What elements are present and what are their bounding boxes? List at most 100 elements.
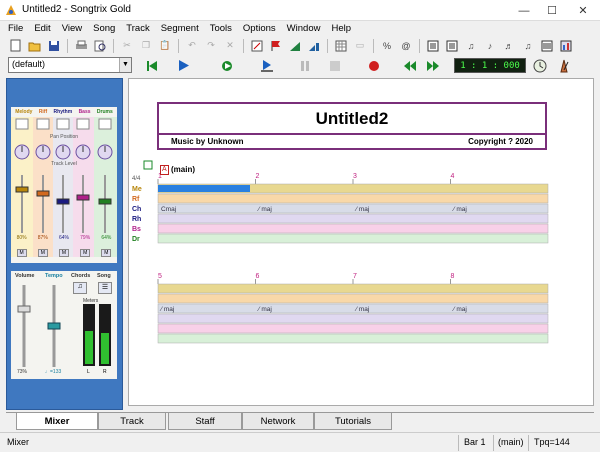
instrument-button[interactable] — [98, 118, 112, 130]
list-icon[interactable] — [444, 38, 460, 53]
cut-icon[interactable]: ✂ — [119, 38, 135, 53]
fast-forward-icon[interactable] — [425, 58, 441, 73]
save-icon[interactable] — [46, 38, 62, 53]
mute-button-rhythm[interactable]: M — [58, 249, 70, 257]
note3-icon[interactable]: ♬ — [501, 38, 517, 53]
track-name-bass: Bass — [78, 109, 91, 115]
instrument-button[interactable] — [36, 118, 50, 130]
new-icon[interactable] — [8, 38, 24, 53]
track-lane[interactable] — [157, 213, 549, 224]
menu-track[interactable]: Track — [126, 23, 149, 34]
track-lane[interactable] — [157, 293, 549, 304]
record-icon[interactable] — [366, 58, 382, 73]
chord-symbol: ⁄ maj — [159, 306, 174, 313]
track-label: Rf — [132, 196, 140, 203]
rewind-start-icon[interactable] — [144, 58, 160, 73]
track-lane[interactable] — [157, 303, 549, 314]
level-fader[interactable] — [76, 194, 90, 201]
track-lane[interactable] — [157, 233, 549, 244]
play-segment-icon[interactable] — [220, 58, 236, 73]
instrument-button[interactable] — [56, 118, 70, 130]
melody-clip[interactable] — [158, 185, 250, 192]
play-from-cursor-icon[interactable] — [259, 58, 275, 73]
note-icon[interactable]: ♫ — [463, 38, 479, 53]
track-lane[interactable] — [157, 313, 549, 324]
level-fader[interactable] — [15, 186, 29, 193]
delete-icon[interactable]: ✕ — [222, 38, 238, 53]
close-button[interactable]: ✕ — [566, 0, 600, 21]
main-toolbar: ✂ ❐ 📋 ↶ ↷ ✕ ▭ % @ ♫ ♪ ♬ ♫ — [0, 36, 600, 55]
note2-icon[interactable]: ♪ — [482, 38, 498, 53]
menu-tools[interactable]: Tools — [210, 23, 232, 34]
level-fader[interactable] — [56, 198, 70, 205]
tab-tutorials[interactable]: Tutorials — [314, 413, 392, 430]
tab-track[interactable]: Track — [98, 413, 166, 430]
maximize-button[interactable]: ☐ — [538, 0, 566, 21]
menu-segment[interactable]: Segment — [161, 23, 199, 34]
segment-label[interactable]: A — [160, 165, 169, 175]
song-icon[interactable] — [425, 38, 441, 53]
at-icon[interactable]: @ — [398, 38, 414, 53]
chart-icon[interactable] — [558, 38, 574, 53]
song-author[interactable]: Music by Unknown — [171, 137, 243, 146]
undo-icon[interactable]: ↶ — [184, 38, 200, 53]
mute-button-riff[interactable]: M — [37, 249, 48, 257]
open-icon[interactable] — [27, 38, 43, 53]
staff-icon[interactable] — [539, 38, 555, 53]
song-title-box[interactable]: Untitled2 Music by Unknown Copyright ? 2… — [157, 102, 547, 150]
chevron-down-icon[interactable]: ▼ — [119, 58, 131, 72]
window-icon[interactable]: ▭ — [352, 38, 368, 53]
menu-view[interactable]: View — [62, 23, 82, 34]
menu-options[interactable]: Options — [243, 23, 276, 34]
redo-icon[interactable]: ↷ — [203, 38, 219, 53]
level-fader[interactable] — [98, 198, 112, 205]
ramp-up-icon[interactable] — [287, 38, 303, 53]
track-lane[interactable] — [157, 223, 549, 234]
menu-file[interactable]: File — [8, 23, 23, 34]
track-lane[interactable] — [157, 333, 549, 344]
copy-icon[interactable]: ❐ — [138, 38, 154, 53]
instrument-button[interactable] — [15, 118, 29, 130]
mute-button-bass[interactable]: M — [80, 249, 91, 257]
stop-icon[interactable] — [327, 58, 343, 73]
segment-name[interactable]: (main) — [171, 165, 195, 174]
mute-button-melody[interactable]: M — [16, 249, 27, 257]
ramp-bar-icon[interactable] — [306, 38, 322, 53]
menu-song[interactable]: Song — [93, 23, 115, 34]
paste-icon[interactable]: 📋 — [157, 38, 173, 53]
track-lane[interactable] — [157, 193, 549, 204]
play-icon[interactable] — [176, 58, 192, 73]
tab-mixer[interactable]: Mixer — [16, 413, 98, 430]
song-title[interactable]: Untitled2 — [159, 109, 545, 129]
track-label: Me — [132, 186, 142, 193]
flag-icon[interactable] — [268, 38, 284, 53]
tab-staff[interactable]: Staff — [168, 413, 242, 430]
track-lane[interactable] — [157, 203, 549, 214]
style-select[interactable]: (default) ▼ — [8, 57, 132, 73]
song-copyright[interactable]: Copyright ? 2020 — [468, 137, 533, 146]
tab-network[interactable]: Network — [242, 413, 314, 430]
level-fader[interactable] — [36, 190, 50, 197]
track-arrangement[interactable]: 1 2 3 4MeRfCh Cmaj ⁄ maj ⁄ maj ⁄ majRhBsDr5 6 7 8⁄… — [129, 159, 595, 359]
mixer-panel: Melody Riff Rhythm Bass Drums Pan Positi… — [6, 78, 123, 410]
menu-edit[interactable]: Edit — [34, 23, 50, 34]
minimize-button[interactable]: — — [510, 0, 538, 21]
fast-rewind-icon[interactable] — [402, 58, 418, 73]
menu-help[interactable]: Help — [331, 23, 351, 34]
mute-button-drums[interactable]: M — [101, 249, 112, 257]
instrument-button[interactable] — [76, 118, 90, 130]
metronome-icon[interactable] — [556, 58, 572, 73]
note4-icon[interactable]: ♫ — [520, 38, 536, 53]
percent-icon[interactable]: % — [379, 38, 395, 53]
pause-icon[interactable] — [297, 58, 313, 73]
grid-icon[interactable] — [333, 38, 349, 53]
track-lane[interactable] — [157, 323, 549, 334]
print-preview-icon[interactable] — [92, 38, 108, 53]
song-document[interactable]: Untitled2 Music by Unknown Copyright ? 2… — [128, 78, 594, 406]
clock-icon[interactable] — [532, 58, 548, 73]
track-lane[interactable] — [157, 283, 549, 294]
volume-value: 73% — [17, 369, 28, 375]
print-icon[interactable] — [73, 38, 89, 53]
menu-window[interactable]: Window — [287, 23, 321, 34]
insert-segment-icon[interactable] — [249, 38, 265, 53]
